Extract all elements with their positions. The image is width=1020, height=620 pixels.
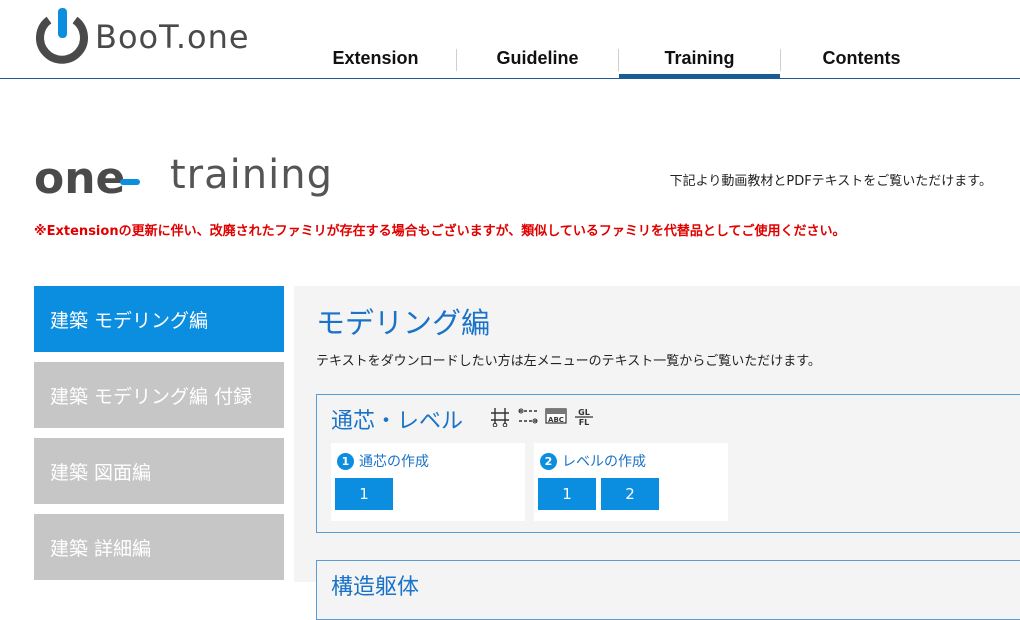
- lesson-buttons: 1 2: [538, 478, 659, 510]
- svg-text:FL: FL: [579, 418, 590, 427]
- sidebar-item-modeling-appendix[interactable]: 建築 モデリング編 付録: [34, 362, 284, 428]
- section-grid-level: 通芯・レベル ABC GL FL 1 通芯の作成 1 2 レベルの作成 1 2: [316, 394, 1020, 533]
- page-title: モデリング編: [316, 306, 491, 340]
- nav-contents-label: Contents: [822, 47, 901, 68]
- lesson-number-badge: 2: [540, 452, 557, 470]
- lesson-card-level: 2 レベルの作成 1 2: [534, 443, 728, 521]
- one-wordmark: one: [34, 160, 140, 200]
- lesson-part-button[interactable]: 2: [601, 478, 659, 510]
- lesson-number-badge: 1: [337, 452, 354, 470]
- lesson-card-title: 1 通芯の作成: [337, 451, 429, 471]
- site-header: BooT.one Extension Guideline Training Co…: [0, 0, 1020, 79]
- grid-tool-icon: [491, 408, 509, 427]
- section-structure: 構造躯体: [316, 560, 1020, 620]
- sidebar-item-detail[interactable]: 建築 詳細編: [34, 514, 284, 580]
- section-title: 構造躯体: [331, 575, 420, 600]
- nav-contents[interactable]: Contents: [781, 38, 942, 78]
- section-tool-icons: ABC GL FL: [489, 405, 595, 427]
- site-logo[interactable]: BooT.one: [33, 6, 263, 68]
- sidebar-item-modeling[interactable]: 建築 モデリング編: [34, 286, 284, 352]
- sidebar-item-label: 建築 モデリング編: [50, 309, 209, 332]
- lesson-card-grid: 1 通芯の作成 1: [331, 443, 525, 521]
- nav-guideline-label: Guideline: [496, 47, 579, 68]
- lesson-title: 通芯の作成: [359, 454, 429, 470]
- lesson-part-button[interactable]: 1: [538, 478, 596, 510]
- abc-label-icon: ABC: [545, 408, 567, 424]
- section-title: 通芯・レベル: [331, 409, 464, 434]
- page-description: テキストをダウンロードしたい方は左メニューのテキスト一覧からご覧いただけます。: [316, 354, 821, 369]
- lesson-title: レベルの作成: [562, 454, 646, 470]
- lesson-part-button[interactable]: 1: [335, 478, 393, 510]
- one-training-heading: one training: [34, 152, 334, 208]
- sidebar-item-label: 建築 モデリング編 付録: [50, 385, 253, 408]
- main-nav: Extension Guideline Training Contents: [295, 38, 942, 79]
- update-notice: ※Extensionの更新に伴い、改廃されたファミリが存在する場合もございますが…: [34, 224, 846, 239]
- nav-extension-label: Extension: [332, 47, 419, 68]
- level-label-icon: GL FL: [575, 408, 593, 427]
- lesson-buttons: 1: [335, 478, 393, 510]
- training-wordmark: training: [170, 152, 333, 198]
- logo-text: BooT.one: [95, 18, 250, 56]
- sidebar-item-label: 建築 詳細編: [50, 537, 152, 560]
- sidebar-item-label: 建築 図面編: [50, 461, 152, 484]
- intro-text: 下記より動画教材とPDFテキストをご覧いただけます。: [669, 174, 992, 189]
- nav-training[interactable]: Training: [619, 38, 780, 79]
- nav-extension[interactable]: Extension: [295, 38, 456, 78]
- nav-training-label: Training: [664, 47, 735, 68]
- training-sidebar: 建築 モデリング編 建築 モデリング編 付録 建築 図面編 建築 詳細編: [34, 286, 284, 590]
- main-content: モデリング編 テキストをダウンロードしたい方は左メニューのテキスト一覧からご覧い…: [294, 286, 1020, 620]
- power-logo-icon: [36, 8, 88, 64]
- svg-text:ABC: ABC: [548, 416, 564, 424]
- level-tool-icon: [518, 408, 538, 424]
- svg-text:GL: GL: [578, 408, 590, 417]
- svg-text:one: one: [34, 160, 125, 200]
- lesson-card-title: 2 レベルの作成: [540, 451, 646, 471]
- sidebar-item-drawing[interactable]: 建築 図面編: [34, 438, 284, 504]
- nav-guideline[interactable]: Guideline: [457, 38, 618, 78]
